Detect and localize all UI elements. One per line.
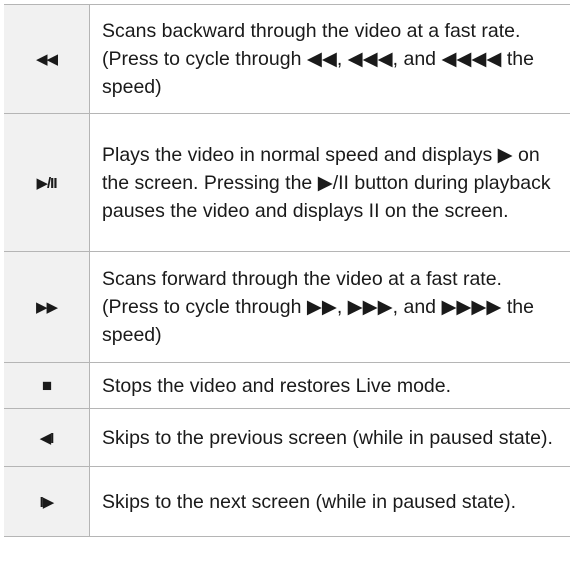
table-row: ▶▶ Scans forward through the video at a … [4, 252, 570, 363]
row-description: Skips to the next screen (while in pause… [102, 490, 517, 513]
table-row: ■ Stops the video and restores Live mode… [4, 363, 570, 409]
table-row: ▶/II Plays the video in normal speed and… [4, 114, 570, 252]
playback-controls-table: ◀◀ Scans backward through the video at a… [4, 4, 570, 537]
row-description: Plays the video in normal speed and disp… [102, 143, 551, 222]
row-description: Scans backward through the video at a fa… [102, 20, 534, 98]
table-row: ◀I Skips to the previous screen (while i… [4, 409, 570, 467]
rewind-icon: ◀◀ [4, 5, 90, 113]
stop-icon: ■ [4, 363, 90, 408]
row-description: Scans forward through the video at a fas… [102, 268, 534, 346]
step-back-icon: ◀I [4, 409, 90, 466]
fast-forward-icon: ▶▶ [4, 252, 90, 362]
table-row: I▶ Skips to the next screen (while in pa… [4, 467, 570, 537]
table-row: ◀◀ Scans backward through the video at a… [4, 5, 570, 114]
play-pause-icon: ▶/II [4, 114, 90, 251]
row-description: Stops the video and restores Live mode. [102, 374, 452, 397]
step-forward-icon: I▶ [4, 467, 90, 536]
row-description: Skips to the previous screen (while in p… [102, 426, 553, 449]
